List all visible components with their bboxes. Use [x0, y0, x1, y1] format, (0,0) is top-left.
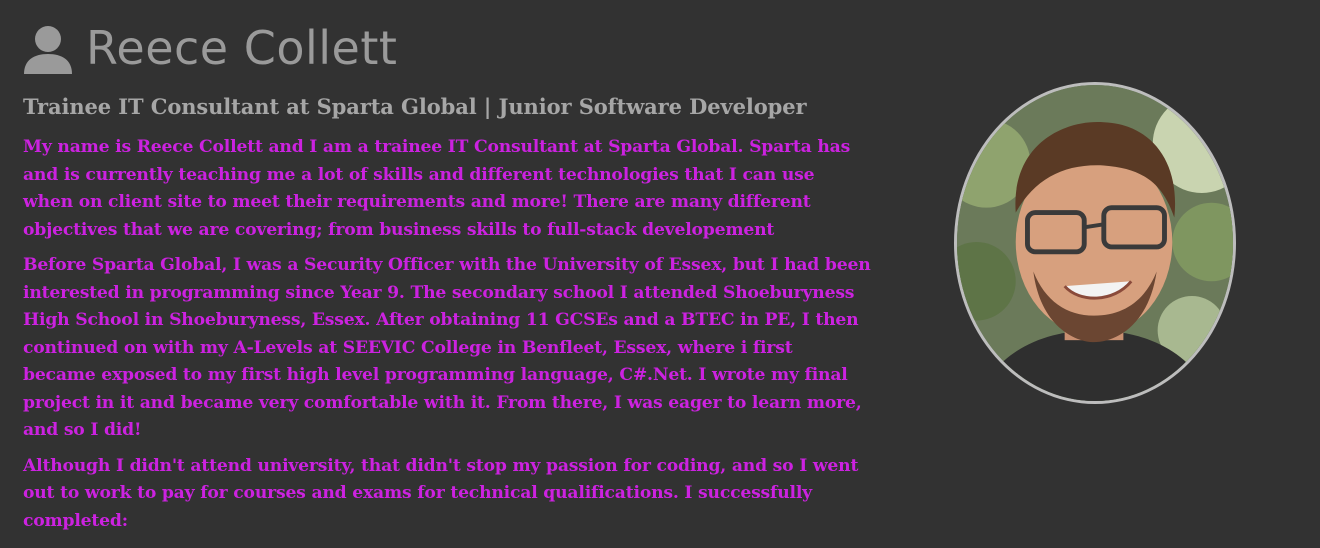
- bio-paragraph: My name is Reece Collett and I am a trai…: [23, 137, 851, 240]
- profile-photo: [954, 82, 1236, 404]
- bio-paragraph: Before Sparta Global, I was a Security O…: [23, 255, 871, 440]
- profile-header: Reece Collett: [22, 18, 397, 78]
- user-icon: [22, 24, 74, 76]
- profile-name: Reece Collett: [86, 21, 398, 75]
- bio-paragraph: Although I didn't attend university, tha…: [23, 455, 859, 531]
- bio-section: My name is Reece Collett and I am a trai…: [23, 134, 903, 543]
- profile-subtitle: Trainee IT Consultant at Sparta Global |…: [23, 94, 807, 119]
